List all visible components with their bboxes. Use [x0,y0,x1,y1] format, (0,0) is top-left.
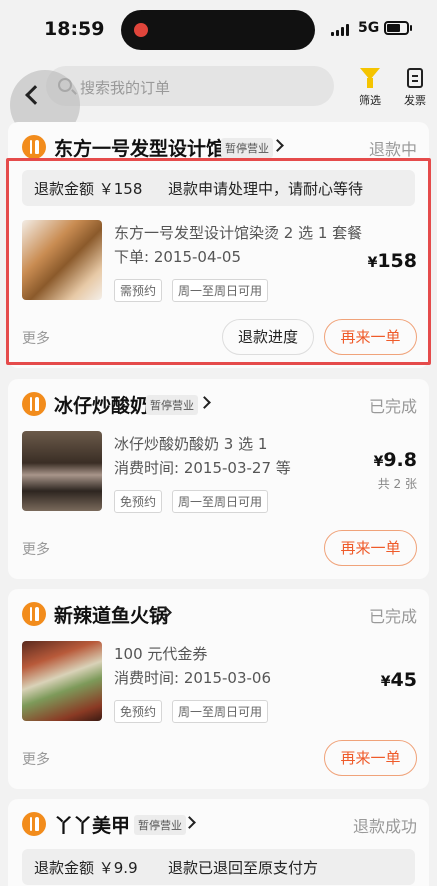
refund-amount: 退款金额 ￥9.9 [34,859,138,877]
shop-name[interactable]: 丫丫美甲 [54,811,130,838]
invoice-button[interactable]: 发票 [395,66,435,110]
product-image[interactable] [22,431,102,511]
refund-info-bar: 退款金额 ￥9.9 退款已退回至原支付方 [22,849,415,885]
battery-tip [410,25,412,31]
item-date: 消费时间: 2015-03-06 [114,669,271,687]
reorder-button[interactable]: 再来一单 [324,740,417,776]
selection-highlight [6,158,431,365]
item-price: ¥45 [380,669,417,691]
invoice-icon [407,68,423,88]
item-date: 消费时间: 2015-03-27 等 [114,459,291,477]
shop-logo-icon [22,602,46,626]
shop-logo-icon [22,135,46,159]
search-placeholder: 搜索我的订单 [80,79,171,97]
shop-name[interactable]: 冰仔炒酸奶 [54,391,149,418]
more-link[interactable]: 更多 [22,539,50,559]
suspend-tag: 暂停营业 [146,395,198,415]
product-image[interactable] [22,641,102,721]
order-status: 退款成功 [352,817,417,836]
search-input[interactable]: 搜索我的订单 [46,66,334,106]
suspend-tag: 暂停营业 [134,815,186,835]
item-price: ¥9.8 [373,449,417,471]
status-time: 18:59 [44,18,105,40]
order-card-header[interactable]: 新辣道鱼火锅 已完成 [8,589,429,639]
more-link[interactable]: 更多 [22,749,50,769]
recording-indicator [134,23,148,37]
shop-name[interactable]: 东方一号发型设计馆 [54,134,225,161]
order-status: 已完成 [368,607,417,626]
chevron-left-icon [25,85,45,105]
shop-logo-icon [22,812,46,836]
order-card[interactable]: 新辣道鱼火锅 已完成 100 元代金券 消费时间: 2015-03-06 免预约… [8,589,429,789]
item-quantity: 共 2 张 [377,477,417,491]
network-type: 5G [358,20,380,36]
order-status: 退款中 [368,140,417,159]
order-card-header[interactable]: 冰仔炒酸奶 暂停营业 已完成 [8,379,429,429]
booking-tag: 免预约 [114,700,163,723]
reorder-button[interactable]: 再来一单 [324,530,417,566]
order-card[interactable]: 冰仔炒酸奶 暂停营业 已完成 冰仔炒酸奶酸奶 3 选 1 消费时间: 2015-… [8,379,429,579]
availability-tag: 周一至周日可用 [172,490,269,513]
shop-logo-icon [22,392,46,416]
chevron-right-icon [198,396,211,409]
invoice-label: 发票 [404,94,426,107]
availability-tag: 周一至周日可用 [172,700,269,723]
dynamic-island [121,10,315,50]
top-nav: 搜索我的订单 筛选 发票 [0,60,437,140]
signal-icon [331,24,353,36]
chevron-right-icon [271,139,284,152]
item-title: 冰仔炒酸奶酸奶 3 选 1 [114,435,268,453]
refund-note: 退款已退回至原支付方 [168,859,319,877]
item-title: 100 元代金券 [114,645,208,663]
suspend-tag: 暂停营业 [221,138,273,158]
shop-name[interactable]: 新辣道鱼火锅 [54,601,168,628]
booking-tag: 免预约 [114,490,163,513]
order-status: 已完成 [368,397,417,416]
order-card-header[interactable]: 丫丫美甲 暂停营业 退款成功 [8,799,429,849]
order-card[interactable]: 丫丫美甲 暂停营业 退款成功 退款金额 ￥9.9 退款已退回至原支付方 [8,799,429,886]
status-bar: 18:59 5G [0,0,437,60]
filter-label: 筛选 [359,94,381,107]
battery-icon [384,21,409,35]
filter-button[interactable]: 筛选 [350,66,390,110]
